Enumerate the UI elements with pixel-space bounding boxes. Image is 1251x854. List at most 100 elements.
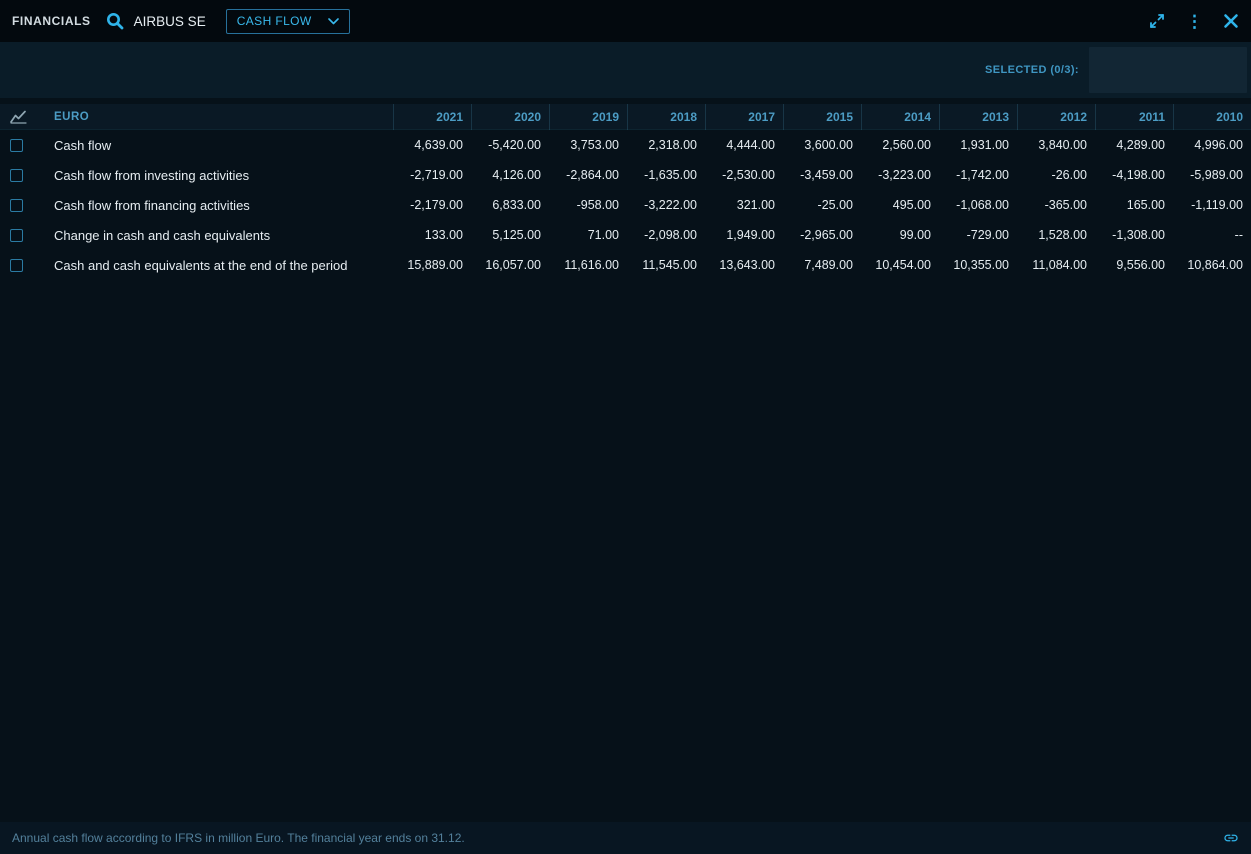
- company-name: AIRBUS SE: [134, 14, 206, 29]
- row-value: -365.00: [1017, 198, 1095, 212]
- expand-icon[interactable]: [1148, 12, 1166, 30]
- year-header-2010: 2010: [1173, 104, 1251, 130]
- row-value: 2,560.00: [861, 138, 939, 152]
- search-icon[interactable]: [105, 11, 125, 31]
- close-icon[interactable]: [1223, 13, 1239, 29]
- row-label: Cash and cash equivalents at the end of …: [44, 258, 393, 273]
- footer-bar: Annual cash flow according to IFRS in mi…: [0, 822, 1251, 854]
- statement-selector-label: CASH FLOW: [237, 14, 312, 28]
- row-value: 5,125.00: [471, 228, 549, 242]
- row-value: 15,889.00: [393, 258, 471, 272]
- row-value: -1,068.00: [939, 198, 1017, 212]
- checkbox-cell: [0, 229, 44, 242]
- row-value: 11,545.00: [627, 258, 705, 272]
- statement-selector[interactable]: CASH FLOW: [226, 9, 350, 34]
- row-value: -1,742.00: [939, 168, 1017, 182]
- row-value: -2,098.00: [627, 228, 705, 242]
- row-value: -2,864.00: [549, 168, 627, 182]
- row-value: 13,643.00: [705, 258, 783, 272]
- row-value: -2,530.00: [705, 168, 783, 182]
- row-label: Cash flow from investing activities: [44, 168, 393, 183]
- row-value: 10,355.00: [939, 258, 1017, 272]
- row-value: 1,528.00: [1017, 228, 1095, 242]
- row-label: Cash flow from financing activities: [44, 198, 393, 213]
- row-value: 4,444.00: [705, 138, 783, 152]
- chart-column-header: [0, 110, 44, 124]
- row-value: -3,223.00: [861, 168, 939, 182]
- row-value: -5,420.00: [471, 138, 549, 152]
- row-value: -958.00: [549, 198, 627, 212]
- table-row[interactable]: Change in cash and cash equivalents133.0…: [0, 220, 1251, 250]
- year-header-2013: 2013: [939, 104, 1017, 130]
- row-value: -2,719.00: [393, 168, 471, 182]
- row-value: 495.00: [861, 198, 939, 212]
- year-header-2018: 2018: [627, 104, 705, 130]
- row-value: 4,126.00: [471, 168, 549, 182]
- row-checkbox[interactable]: [10, 259, 23, 272]
- row-value: 1,949.00: [705, 228, 783, 242]
- row-value: 1,931.00: [939, 138, 1017, 152]
- table-body: Cash flow4,639.00-5,420.003,753.002,318.…: [0, 130, 1251, 280]
- row-checkbox[interactable]: [10, 139, 23, 152]
- table-row[interactable]: Cash flow4,639.00-5,420.003,753.002,318.…: [0, 130, 1251, 160]
- year-header-2021: 2021: [393, 104, 471, 130]
- kebab-menu-icon[interactable]: ⋮: [1186, 13, 1203, 30]
- row-checkbox[interactable]: [10, 199, 23, 212]
- table-row[interactable]: Cash flow from investing activities-2,71…: [0, 160, 1251, 190]
- row-value: 4,996.00: [1173, 138, 1251, 152]
- row-value: 133.00: [393, 228, 471, 242]
- row-value: -4,198.00: [1095, 168, 1173, 182]
- checkbox-cell: [0, 259, 44, 272]
- row-value: -729.00: [939, 228, 1017, 242]
- row-value: 321.00: [705, 198, 783, 212]
- table-row[interactable]: Cash and cash equivalents at the end of …: [0, 250, 1251, 280]
- cashflow-table: EURO 20212020201920182017201520142013 201…: [0, 98, 1251, 822]
- row-value: 10,454.00: [861, 258, 939, 272]
- row-value: 3,840.00: [1017, 138, 1095, 152]
- row-value: 4,289.00: [1095, 138, 1173, 152]
- row-value: -26.00: [1017, 168, 1095, 182]
- topbar-actions: ⋮: [1148, 12, 1239, 30]
- table-header-row: EURO 20212020201920182017201520142013 201…: [0, 104, 1251, 130]
- year-header-2017: 2017: [705, 104, 783, 130]
- row-value: --: [1173, 228, 1251, 242]
- row-value: 11,084.00: [1017, 258, 1095, 272]
- currency-header: EURO: [44, 111, 393, 123]
- app-title: FINANCIALS: [12, 14, 91, 28]
- row-value: 165.00: [1095, 198, 1173, 212]
- row-value: -3,222.00: [627, 198, 705, 212]
- year-header-2019: 2019: [549, 104, 627, 130]
- row-value: -2,965.00: [783, 228, 861, 242]
- year-header-2015: 2015: [783, 104, 861, 130]
- row-value: -3,459.00: [783, 168, 861, 182]
- row-value: 99.00: [861, 228, 939, 242]
- financials-app: FINANCIALS AIRBUS SE CASH FLOW: [0, 0, 1251, 854]
- year-header-2014: 2014: [861, 104, 939, 130]
- selection-input[interactable]: [1089, 47, 1247, 93]
- checkbox-cell: [0, 199, 44, 212]
- checkbox-cell: [0, 169, 44, 182]
- row-value: 9,556.00: [1095, 258, 1173, 272]
- row-value: 7,489.00: [783, 258, 861, 272]
- link-icon[interactable]: [1223, 830, 1239, 846]
- row-value: -5,989.00: [1173, 168, 1251, 182]
- year-header-2020: 2020: [471, 104, 549, 130]
- table-row[interactable]: Cash flow from financing activities-2,17…: [0, 190, 1251, 220]
- row-label: Cash flow: [44, 138, 393, 153]
- row-value: 6,833.00: [471, 198, 549, 212]
- line-chart-icon: [10, 110, 27, 124]
- year-header-2011: 2011: [1095, 104, 1173, 130]
- checkbox-cell: [0, 139, 44, 152]
- row-value: 3,600.00: [783, 138, 861, 152]
- row-checkbox[interactable]: [10, 229, 23, 242]
- topbar: FINANCIALS AIRBUS SE CASH FLOW: [0, 0, 1251, 42]
- row-value: -2,179.00: [393, 198, 471, 212]
- row-value: 11,616.00: [549, 258, 627, 272]
- row-value: 10,864.00: [1173, 258, 1251, 272]
- row-value: 71.00: [549, 228, 627, 242]
- footer-note: Annual cash flow according to IFRS in mi…: [12, 831, 465, 845]
- row-value: -1,635.00: [627, 168, 705, 182]
- row-value: -1,308.00: [1095, 228, 1173, 242]
- row-value: 2,318.00: [627, 138, 705, 152]
- row-checkbox[interactable]: [10, 169, 23, 182]
